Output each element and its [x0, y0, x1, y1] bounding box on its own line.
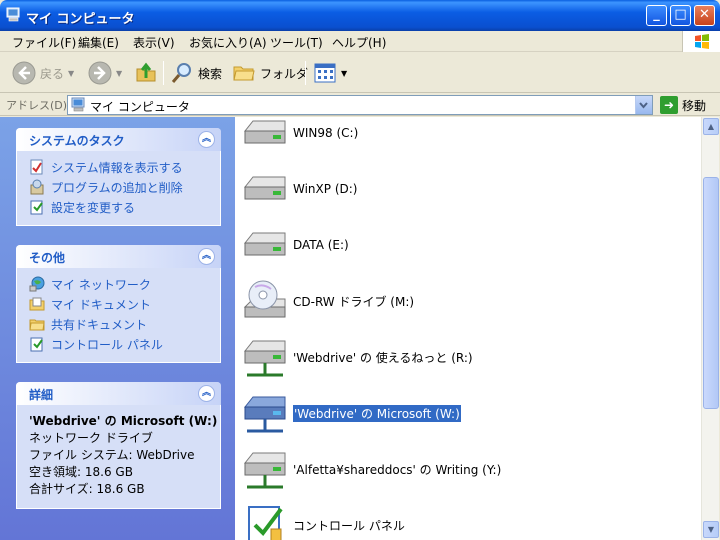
- link-control-panel[interactable]: コントロール パネル: [29, 334, 220, 354]
- drive-item-selected[interactable]: 'Webdrive' の Microsoft (W:): [241, 389, 462, 437]
- task-change-setting[interactable]: 設定を変更する: [29, 197, 220, 217]
- search-button[interactable]: 検索: [170, 59, 222, 87]
- system-tasks-panel: システムのタスク ︽ システム情報を表示する プログラムの追加と削除 設定を変更…: [16, 128, 221, 226]
- hard-disk-icon: [243, 120, 286, 144]
- drive-item[interactable]: 'Alfetta¥shareddocs' の Writing (Y:): [241, 445, 501, 493]
- details-drive-name: 'Webdrive' の Microsoft (W:): [29, 414, 218, 428]
- menu-view[interactable]: 表示(V): [133, 34, 175, 51]
- network-drive-icon: [243, 452, 286, 489]
- address-dropdown-button[interactable]: [635, 96, 652, 114]
- menu-favorites[interactable]: お気に入り(A): [189, 34, 267, 51]
- forward-arrow-icon: [88, 61, 112, 85]
- drive-item[interactable]: WIN98 (C:): [241, 117, 358, 157]
- details-header[interactable]: 詳細 ︽: [16, 382, 221, 405]
- drive-item[interactable]: DATA (E:): [241, 221, 349, 269]
- link-my-documents[interactable]: マイ ドキュメント: [29, 294, 220, 314]
- folder-icon: [233, 66, 255, 81]
- other-places-header[interactable]: その他 ︽: [16, 245, 221, 268]
- forward-button[interactable]: ▼: [88, 59, 122, 87]
- panel-title: その他: [29, 251, 66, 265]
- address-bar: アドレス(D) マイ コンピュータ ➜ 移動: [0, 94, 720, 116]
- vertical-scrollbar[interactable]: ▲ ▼: [701, 117, 719, 540]
- back-label: 戻る: [40, 66, 65, 81]
- drive-item[interactable]: コントロール パネル: [241, 501, 405, 540]
- search-label: 検索: [198, 66, 223, 81]
- hard-disk-icon: [243, 232, 286, 256]
- my-computer-icon: [71, 97, 85, 112]
- windows-flag-icon: [695, 34, 709, 49]
- views-dropdown-icon[interactable]: ▼: [341, 69, 347, 78]
- panel-title: システムのタスク: [29, 134, 125, 148]
- collapse-icon[interactable]: ︽: [198, 131, 215, 148]
- task-add-remove-programs[interactable]: プログラムの追加と削除: [29, 177, 220, 197]
- network-drive-icon: [243, 396, 286, 433]
- other-places-panel: その他 ︽ マイ ネットワーク マイ ドキュメント 共有ドキュメント コントロー…: [16, 245, 221, 363]
- up-folder-button[interactable]: [134, 59, 158, 87]
- control-panel-small-icon: [30, 200, 43, 215]
- chevron-down-icon: [639, 102, 648, 109]
- back-dropdown-icon[interactable]: ▼: [68, 69, 74, 78]
- close-button[interactable]: ✕: [694, 5, 715, 26]
- menu-bar: ファイル(F) 編集(E) 表示(V) お気に入り(A) ツール(T) ヘルプ(…: [0, 31, 720, 52]
- panel-title: 詳細: [29, 388, 54, 402]
- menu-help[interactable]: ヘルプ(H): [332, 34, 386, 51]
- drive-item[interactable]: 'Webdrive' の 使えるねっと (R:): [241, 333, 473, 381]
- cd-drive-icon: [243, 280, 286, 318]
- forward-dropdown-icon[interactable]: ▼: [116, 69, 122, 78]
- address-input[interactable]: マイ コンピュータ: [67, 95, 653, 115]
- go-arrow-icon: ➜: [660, 96, 678, 114]
- control-panel-small-icon: [30, 337, 43, 352]
- details-free-space: 空き領域: 18.6 GB: [29, 465, 133, 479]
- go-button[interactable]: ➜ 移動: [660, 96, 706, 114]
- collapse-icon[interactable]: ︽: [198, 248, 215, 265]
- go-label: 移動: [682, 98, 707, 113]
- my-computer-icon: [6, 7, 20, 22]
- control-panel-icon: [248, 506, 283, 540]
- drive-item[interactable]: WinXP (D:): [241, 165, 357, 213]
- folders-button[interactable]: フォルダ: [232, 59, 308, 87]
- hard-disk-icon: [243, 176, 286, 200]
- task-view-system-info[interactable]: システム情報を表示する: [29, 157, 220, 177]
- link-my-network[interactable]: マイ ネットワーク: [29, 274, 220, 294]
- views-button[interactable]: ▼: [313, 59, 347, 87]
- drive-list: WIN98 (C:) WinXP (D:) DATA (E:) CD-RW ドラ…: [235, 117, 701, 540]
- link-shared-documents[interactable]: 共有ドキュメント: [29, 314, 220, 334]
- toolbar: 戻る ▼ ▼ 検索 フォルダ ▼: [0, 53, 720, 93]
- window-title: マイ コンピュータ: [26, 12, 135, 27]
- search-icon: [171, 63, 191, 83]
- windows-logo: [682, 31, 720, 52]
- system-info-icon: [30, 159, 43, 175]
- details-total-size: 合計サイズ: 18.6 GB: [29, 482, 145, 496]
- task-pane: システムのタスク ︽ システム情報を表示する プログラムの追加と削除 設定を変更…: [0, 117, 235, 540]
- folders-label: フォルダ: [260, 66, 309, 81]
- drive-item[interactable]: CD-RW ドライブ (M:): [241, 277, 414, 325]
- details-drive-type: ネットワーク ドライブ: [29, 431, 153, 445]
- scroll-thumb[interactable]: [703, 177, 719, 409]
- details-panel: 詳細 ︽ 'Webdrive' の Microsoft (W:) ネットワーク …: [16, 382, 221, 509]
- scroll-up-button[interactable]: ▲: [703, 118, 719, 135]
- up-folder-icon: [136, 62, 156, 82]
- address-value: マイ コンピュータ: [90, 100, 190, 114]
- back-button[interactable]: 戻る ▼: [12, 59, 74, 87]
- add-remove-programs-icon: [30, 179, 44, 195]
- network-globe-icon: [29, 276, 45, 292]
- minimize-button[interactable]: _: [646, 5, 667, 26]
- system-tasks-header[interactable]: システムのタスク ︽: [16, 128, 221, 151]
- folder-icon: [29, 319, 45, 331]
- network-drive-icon: [243, 340, 286, 377]
- views-icon: [314, 63, 336, 83]
- address-label: アドレス(D): [6, 99, 68, 112]
- documents-folder-icon: [29, 297, 45, 311]
- maximize-button[interactable]: □: [670, 5, 691, 26]
- back-arrow-icon: [12, 61, 36, 85]
- menu-tools[interactable]: ツール(T): [270, 34, 323, 51]
- menu-file[interactable]: ファイル(F): [12, 34, 76, 51]
- details-filesystem: ファイル システム: WebDrive: [29, 448, 195, 462]
- scroll-down-button[interactable]: ▼: [703, 521, 719, 538]
- menu-edit[interactable]: 編集(E): [78, 34, 119, 51]
- collapse-icon[interactable]: ︽: [198, 385, 215, 402]
- title-bar[interactable]: マイ コンピュータ _ □ ✕: [0, 0, 720, 31]
